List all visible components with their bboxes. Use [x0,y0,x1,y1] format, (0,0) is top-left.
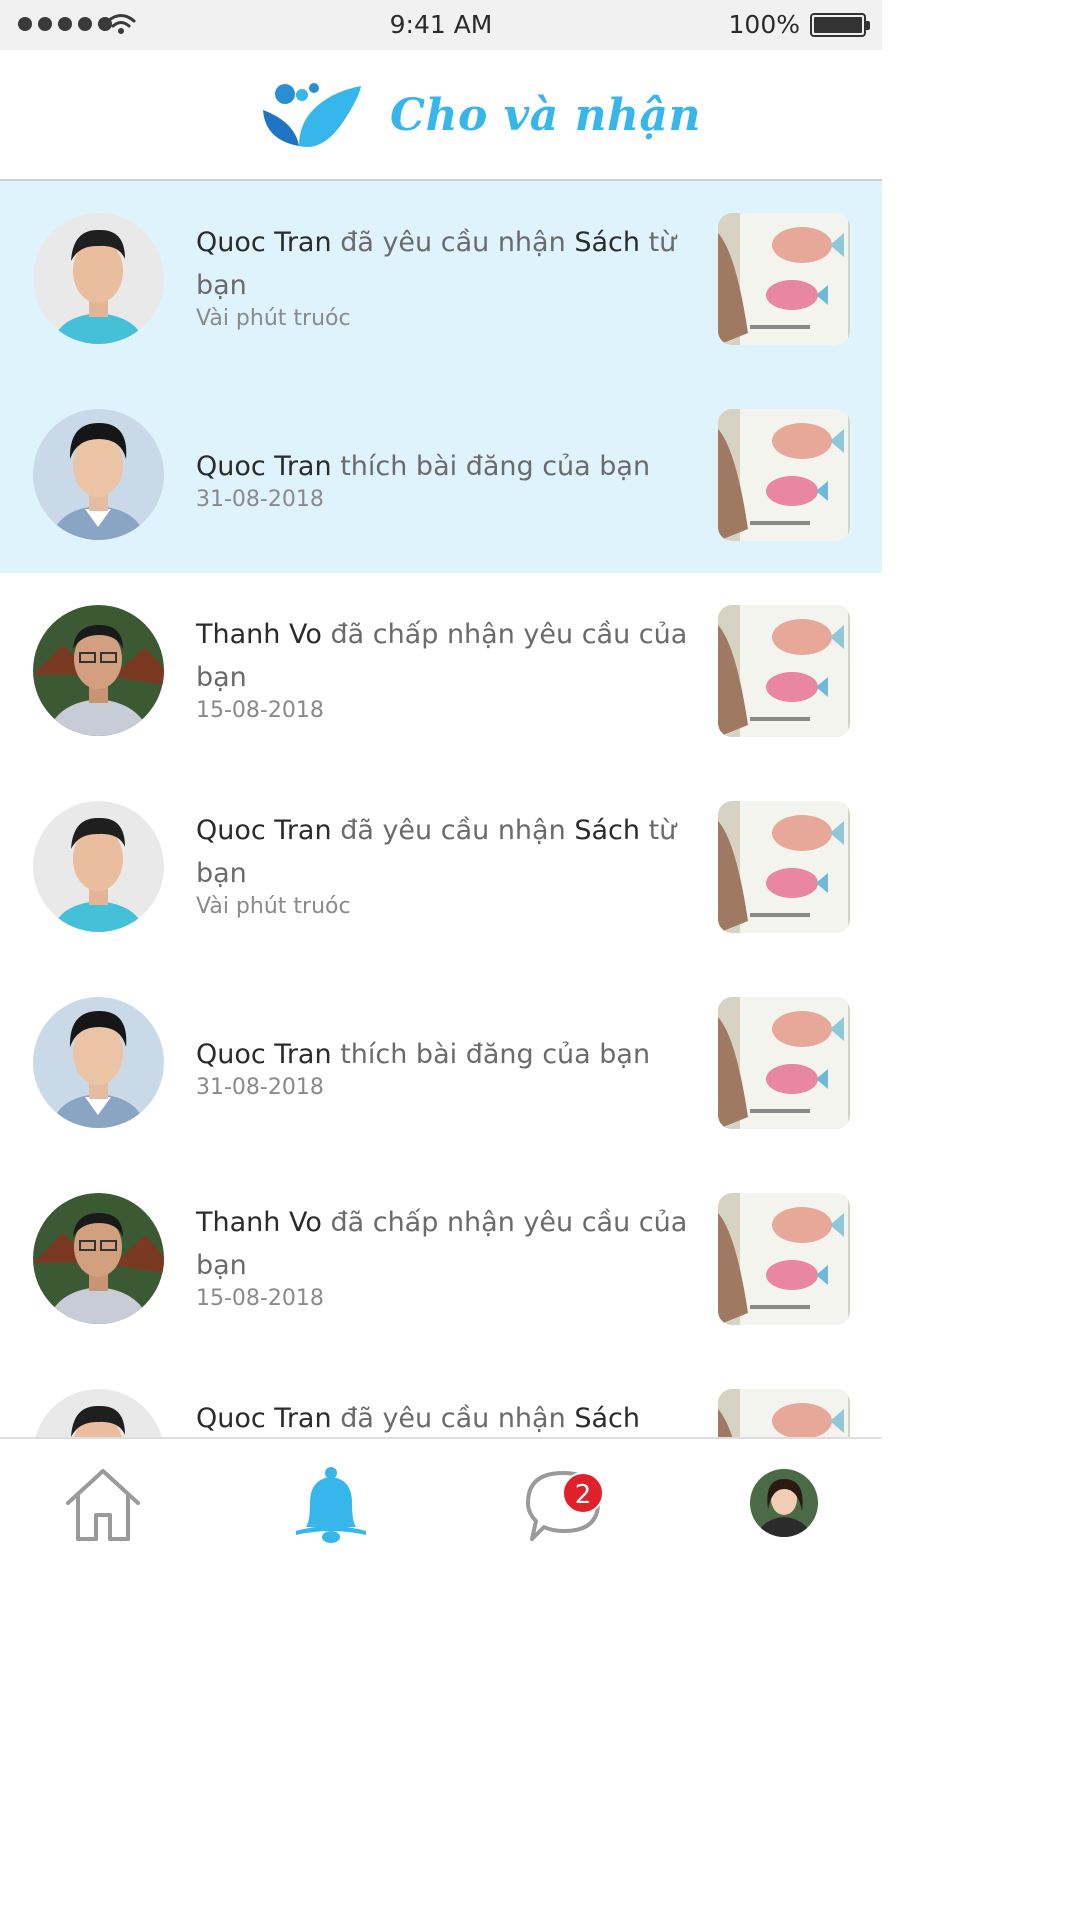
avatar[interactable] [33,997,164,1128]
notification-time: Vài phút truóc [196,306,351,331]
post-thumbnail[interactable] [718,605,850,737]
notification-text: Thanh Vo đã chấp nhận yêu cầu của bạn 15… [196,613,691,723]
notification-object: Sách [574,227,640,258]
battery-percent: 100% [728,10,800,39]
app-header: Cho và nhận [0,50,882,181]
notification-item[interactable]: Quoc Tran đã yêu cầu nhận Sách [0,1357,882,1437]
post-thumbnail[interactable] [718,997,850,1129]
notification-item[interactable]: Thanh Vo đã chấp nhận yêu cầu của bạn 15… [0,573,882,769]
bell-icon[interactable] [286,1459,376,1549]
user-name[interactable]: Quoc Tran [196,1403,332,1434]
notification-text: Quoc Tran thích bài đăng của bạn 31-08-2… [196,1033,691,1100]
notification-item[interactable]: Quoc Tran thích bài đăng của bạn 31-08-2… [0,965,882,1161]
status-bar: 9:41 AM 100% [0,0,882,50]
notification-text: Quoc Tran đã yêu cầu nhận Sách từ bạn Và… [196,809,691,919]
user-name[interactable]: Quoc Tran [196,1039,332,1070]
post-thumbnail[interactable] [718,1389,850,1437]
notification-text: Thanh Vo đã chấp nhận yêu cầu của bạn 15… [196,1201,691,1311]
post-thumbnail[interactable] [718,409,850,541]
notification-text: Quoc Tran đã yêu cầu nhận Sách từ bạn Và… [196,221,691,331]
notification-time: 31-08-2018 [196,1075,324,1100]
avatar[interactable] [33,213,164,344]
post-thumbnail[interactable] [718,801,850,933]
notification-time: 15-08-2018 [196,698,324,723]
notification-object: Sách [574,1403,640,1434]
bottom-tab-bar: 2 [0,1437,882,1572]
user-name[interactable]: Thanh Vo [196,619,322,650]
avatar[interactable] [33,1193,164,1324]
notification-time: Vài phút truóc [196,894,351,919]
user-name[interactable]: Quoc Tran [196,815,332,846]
notification-action: đã yêu cầu nhận [340,227,566,258]
notification-text: Quoc Tran thích bài đăng của bạn 31-08-2… [196,445,691,512]
post-thumbnail[interactable] [718,1193,850,1325]
notification-time: 15-08-2018 [196,1286,324,1311]
notification-item[interactable]: Thanh Vo đã chấp nhận yêu cầu của bạn 15… [0,1161,882,1357]
unread-badge: 2 [562,1472,604,1514]
user-name[interactable]: Quoc Tran [196,451,332,482]
notification-time: 31-08-2018 [196,487,324,512]
home-icon[interactable] [58,1459,148,1549]
post-thumbnail[interactable] [718,213,850,345]
notification-action: thích bài đăng của bạn [340,1039,651,1070]
notification-action: đã yêu cầu nhận [340,1403,566,1434]
notification-item[interactable]: Quoc Tran đã yêu cầu nhận Sách từ bạn Và… [0,181,882,377]
avatar[interactable] [33,801,164,932]
notifications-screen: 9:41 AM 100% Cho và nhận Quoc Tran đã yê… [0,0,882,1572]
notification-item[interactable]: Quoc Tran thích bài đăng của bạn 31-08-2… [0,377,882,573]
user-name[interactable]: Thanh Vo [196,1207,322,1238]
notification-action: đã yêu cầu nhận [340,815,566,846]
app-name: Cho và nhận [390,90,702,141]
notification-text: Quoc Tran đã yêu cầu nhận Sách [196,1397,691,1437]
battery-icon [810,13,870,37]
notification-item[interactable]: Quoc Tran đã yêu cầu nhận Sách từ bạn Và… [0,769,882,965]
notification-action: thích bài đăng của bạn [340,451,651,482]
app-logo-icon [263,83,361,147]
user-name[interactable]: Quoc Tran [196,227,332,258]
profile-avatar[interactable] [750,1469,818,1537]
avatar[interactable] [33,605,164,736]
notification-object: Sách [574,815,640,846]
avatar[interactable] [33,409,164,540]
avatar[interactable] [33,1389,164,1437]
notification-list: Quoc Tran đã yêu cầu nhận Sách từ bạn Và… [0,181,882,1437]
